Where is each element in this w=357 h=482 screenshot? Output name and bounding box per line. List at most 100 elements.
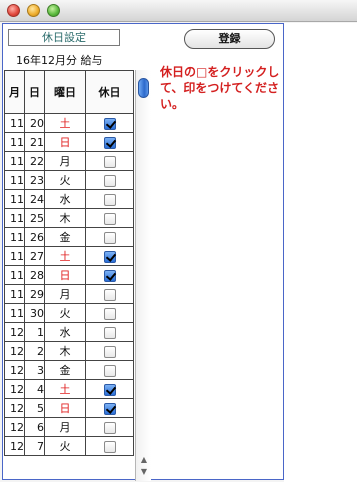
day-cell: 6 [24,417,45,437]
holiday-checkbox[interactable] [103,212,116,225]
scroll-up-arrow-icon[interactable]: ▲ [137,454,151,466]
day-cell: 3 [24,360,45,380]
holiday-checkbox[interactable] [103,440,116,453]
holiday-cell [85,246,134,266]
title-bar [0,0,357,22]
table-row: 12 2 木 [4,341,134,361]
holiday-checkbox[interactable] [103,364,116,377]
month-cell: 12 [4,379,25,399]
day-cell: 4 [24,379,45,399]
holiday-cell [85,189,134,209]
close-window-button[interactable] [7,4,20,17]
holiday-cell [85,170,134,190]
weekday-cell: 日 [44,265,86,285]
weekday-cell: 月 [44,284,86,304]
table-row: 11 26 金 [4,227,134,247]
holiday-cell [85,151,134,171]
instruction-text: 休日の□をクリックして、印をつけてください。 [160,65,280,111]
day-cell: 5 [24,398,45,418]
holiday-cell [85,208,134,228]
table-row: 11 21 日 [4,132,134,152]
holiday-cell [85,322,134,342]
minimize-window-button[interactable] [27,4,40,17]
table-row: 12 3 金 [4,360,134,380]
payroll-period-label: 16年12月分 給与 [16,54,103,67]
day-cell: 30 [24,303,45,323]
month-cell: 12 [4,341,25,361]
table-row: 12 5 日 [4,398,134,418]
weekday-cell: 木 [44,341,86,361]
holiday-checkbox[interactable] [103,174,116,187]
holiday-table-container: 月 日 曜日 休日 11 20 土 11 21 日 11 22 月 11 23 火 11 24 水 11 25 木… [4,70,135,481]
month-cell: 11 [4,151,25,171]
holiday-checkbox[interactable] [103,117,116,130]
holiday-checkbox[interactable] [103,269,116,282]
window-background [284,23,357,482]
month-cell: 11 [4,227,25,247]
table-row: 12 6 月 [4,417,134,437]
table-row: 11 22 月 [4,151,134,171]
table-row: 11 30 火 [4,303,134,323]
day-cell: 21 [24,132,45,152]
holiday-cell [85,398,134,418]
month-cell: 11 [4,189,25,209]
month-cell: 11 [4,246,25,266]
weekday-cell: 月 [44,151,86,171]
day-cell: 23 [24,170,45,190]
holiday-checkbox[interactable] [103,231,116,244]
weekday-cell: 火 [44,436,86,456]
weekday-cell: 木 [44,208,86,228]
holiday-settings-title: 休日設定 [8,29,120,46]
holiday-checkbox[interactable] [103,307,116,320]
month-cell: 11 [4,170,25,190]
holiday-cell [85,227,134,247]
zoom-window-button[interactable] [47,4,60,17]
month-cell: 11 [4,132,25,152]
holiday-checkbox[interactable] [103,155,116,168]
holiday-cell [85,284,134,304]
holiday-checkbox[interactable] [103,326,116,339]
day-cell: 25 [24,208,45,228]
weekday-cell: 日 [44,132,86,152]
holiday-checkbox[interactable] [103,421,116,434]
weekday-cell: 月 [44,417,86,437]
holiday-checkbox[interactable] [103,193,116,206]
holiday-table: 月 日 曜日 休日 11 20 土 11 21 日 11 22 月 11 23 火 11 24 水 11 25 木… [4,70,134,456]
table-header-row: 月 日 曜日 休日 [4,70,134,114]
holiday-cell [85,341,134,361]
table-row: 12 1 水 [4,322,134,342]
day-cell: 29 [24,284,45,304]
table-row: 11 25 木 [4,208,134,228]
holiday-checkbox[interactable] [103,345,116,358]
month-cell: 11 [4,303,25,323]
register-button[interactable]: 登録 [184,29,275,49]
weekday-cell: 土 [44,113,86,133]
holiday-checkbox[interactable] [103,136,116,149]
table-row: 12 7 火 [4,436,134,456]
month-cell: 11 [4,284,25,304]
column-header-day: 日 [24,70,45,114]
table-row: 11 24 水 [4,189,134,209]
holiday-checkbox[interactable] [103,288,116,301]
month-cell: 11 [4,113,25,133]
holiday-cell [85,417,134,437]
holiday-checkbox[interactable] [103,250,116,263]
month-cell: 12 [4,436,25,456]
scroll-thumb[interactable] [138,78,149,98]
weekday-cell: 水 [44,322,86,342]
table-row: 11 27 土 [4,246,134,266]
table-row: 11 28 日 [4,265,134,285]
scroll-down-arrow-icon[interactable]: ▼ [137,466,151,478]
day-cell: 28 [24,265,45,285]
holiday-cell [85,303,134,323]
month-cell: 11 [4,265,25,285]
holiday-checkbox[interactable] [103,402,116,415]
day-cell: 1 [24,322,45,342]
column-header-month: 月 [4,70,25,114]
vertical-scrollbar[interactable]: ▲ ▼ [135,70,151,481]
day-cell: 7 [24,436,45,456]
holiday-checkbox[interactable] [103,383,116,396]
holiday-cell [85,265,134,285]
weekday-cell: 火 [44,170,86,190]
holiday-settings-panel: 休日設定 16年12月分 給与 登録 月 日 曜日 休日 11 20 土 11 21 日 1… [2,23,284,481]
